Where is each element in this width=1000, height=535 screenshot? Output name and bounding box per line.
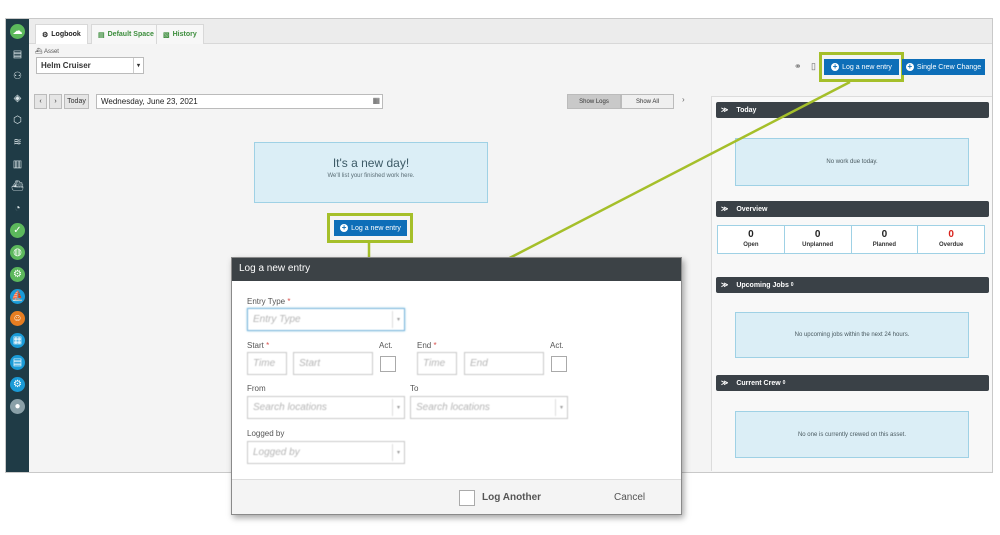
from-location-select[interactable]: Search locations ▾ — [247, 396, 405, 419]
start-act-checkbox[interactable] — [380, 356, 396, 372]
chevron-down-icon: ▾ — [392, 444, 404, 461]
entry-type-label: Entry Type * — [247, 297, 291, 306]
logged-by-label: Logged by — [247, 429, 285, 438]
start-time-input[interactable]: Time — [247, 352, 287, 375]
from-label: From — [247, 384, 266, 393]
to-location-select[interactable]: Search locations ▾ — [410, 396, 568, 419]
start-act-label: Act. — [379, 341, 393, 350]
end-act-checkbox[interactable] — [551, 356, 567, 372]
end-label: End * — [417, 341, 437, 350]
end-time-input[interactable]: Time — [417, 352, 457, 375]
modal-footer: Log Another Cancel — [232, 479, 681, 514]
end-act-label: Act. — [550, 341, 564, 350]
modal-title: Log a new entry — [232, 258, 681, 281]
log-another-checkbox[interactable] — [459, 490, 475, 506]
entry-type-select[interactable]: Entry Type ▾ — [247, 308, 405, 331]
chevron-down-icon: ▾ — [392, 311, 404, 328]
end-date-input[interactable]: End — [464, 352, 544, 375]
to-label: To — [410, 384, 419, 393]
start-date-input[interactable]: Start — [293, 352, 373, 375]
arrow-line-diagonal — [495, 80, 851, 267]
chevron-down-icon: ▾ — [392, 399, 404, 416]
log-entry-modal: Log a new entry Entry Type * Entry Type … — [231, 257, 682, 515]
cancel-button[interactable]: Cancel — [614, 492, 645, 503]
log-another-label[interactable]: Log Another — [482, 492, 541, 503]
chevron-down-icon: ▾ — [555, 399, 567, 416]
logged-by-select[interactable]: Logged by ▾ — [247, 441, 405, 464]
start-label: Start * — [247, 341, 270, 350]
